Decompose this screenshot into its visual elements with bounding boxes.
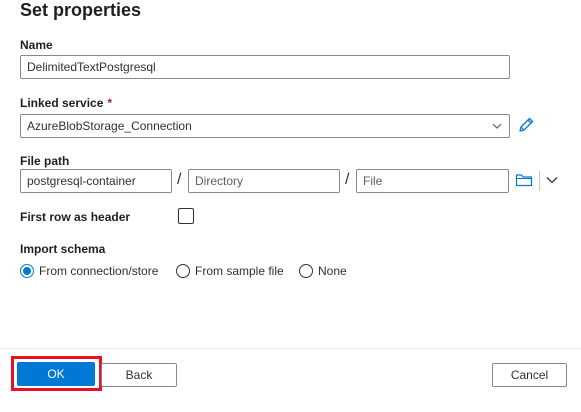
file-path-label: File path [20, 154, 70, 168]
linked-service-select[interactable]: AzureBlobStorage_Connection [20, 114, 510, 138]
back-button[interactable]: Back [101, 363, 177, 387]
radio-label: None [318, 264, 347, 278]
footer-divider [0, 348, 581, 349]
first-row-header-checkbox[interactable] [178, 208, 194, 224]
radio-none[interactable]: None [299, 262, 347, 280]
linked-service-value: AzureBlobStorage_Connection [27, 119, 192, 133]
directory-placeholder: Directory [195, 174, 244, 188]
dialog-title: Set properties [20, 0, 142, 20]
radio-unselected-icon [176, 264, 190, 278]
import-schema-label: Import schema [20, 242, 106, 256]
path-separator: / [177, 171, 182, 188]
name-input-value: DelimitedTextPostgresql [27, 60, 156, 74]
path-separator: / [345, 171, 350, 188]
linked-service-label-text: Linked service [20, 96, 104, 110]
toolbar-divider [539, 171, 540, 191]
file-input[interactable]: File [356, 169, 509, 193]
radio-label: From connection/store [39, 264, 159, 278]
name-input[interactable]: DelimitedTextPostgresql [20, 55, 510, 79]
cancel-button[interactable]: Cancel [492, 363, 567, 387]
chevron-down-icon[interactable] [546, 175, 558, 185]
name-label: Name [20, 38, 53, 52]
radio-unselected-icon [299, 264, 313, 278]
radio-label: From sample file [195, 264, 284, 278]
ok-button-highlight [11, 356, 102, 391]
radio-from-connection-store[interactable]: From connection/store [20, 262, 158, 280]
file-placeholder: File [363, 174, 383, 188]
first-row-header-label: First row as header [20, 210, 131, 224]
folder-icon[interactable] [515, 172, 533, 188]
container-input[interactable]: postgresql-container [20, 169, 172, 193]
required-mark: * [107, 96, 113, 110]
radio-selected-icon [20, 264, 34, 278]
container-input-value: postgresql-container [27, 174, 136, 188]
chevron-down-icon [492, 123, 502, 129]
pencil-icon[interactable] [517, 116, 535, 134]
radio-from-sample-file[interactable]: From sample file [176, 262, 284, 280]
linked-service-label: Linked service * [20, 96, 112, 110]
directory-input[interactable]: Directory [188, 169, 340, 193]
